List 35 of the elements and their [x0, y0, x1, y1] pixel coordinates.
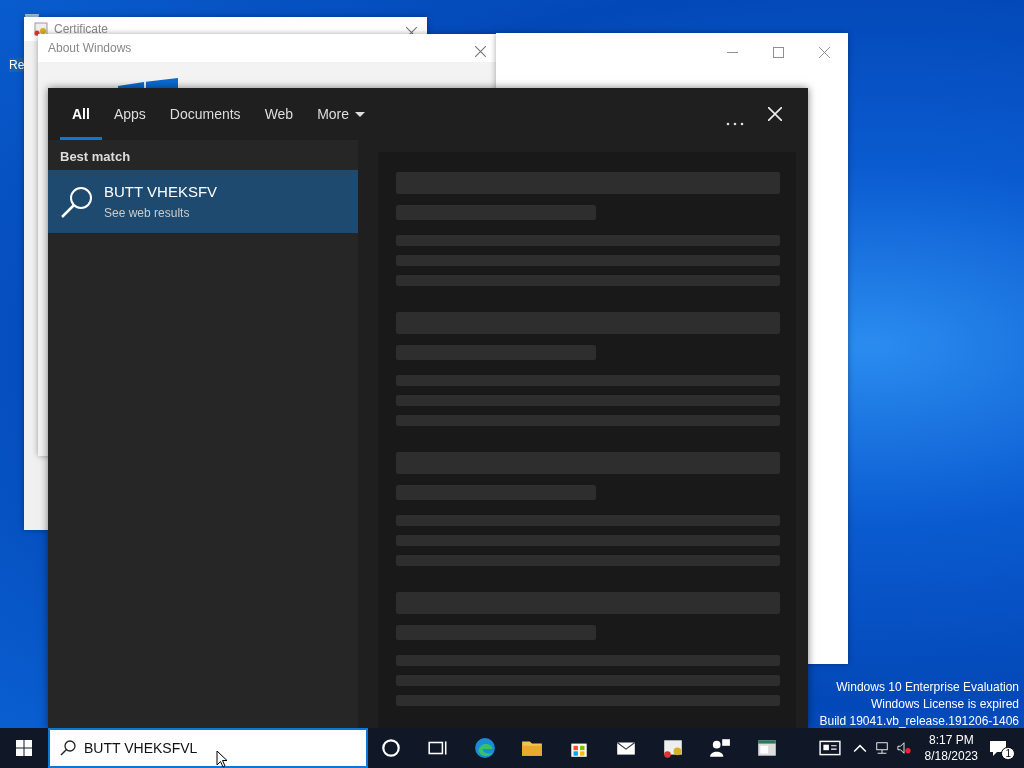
mouse-cursor-icon [216, 750, 228, 768]
notification-count: 1 [1001, 747, 1015, 760]
window-title: About Windows [48, 41, 133, 55]
maximize-icon[interactable] [773, 47, 784, 58]
search-filter-tab[interactable]: Documents [157, 88, 253, 140]
search-filter-tab[interactable]: More [305, 88, 378, 140]
search-icon [60, 740, 76, 756]
watermark-text: Windows 10 Enterprise Evaluation [835, 679, 1019, 696]
certificate-icon[interactable] [662, 737, 684, 759]
result-subtitle: See web results [104, 206, 191, 220]
speaker-muted-icon[interactable] [896, 741, 911, 755]
search-field[interactable]: BUTT VHEKSFVL [84, 740, 334, 756]
app-window-icon[interactable] [756, 737, 778, 759]
cortana-icon[interactable] [380, 737, 402, 759]
search-result[interactable]: BUTT VHEKSFV See web results [48, 170, 358, 233]
news-icon[interactable] [818, 739, 841, 757]
search-filter-tab[interactable]: Apps [101, 88, 158, 140]
people-icon[interactable] [709, 737, 731, 759]
edge-browser-icon[interactable] [474, 737, 496, 759]
notification-icon[interactable] [988, 738, 1008, 758]
search-icon [60, 184, 94, 219]
watermark-text: Windows License is expired [869, 696, 1019, 713]
search-filter-tab[interactable]: Web [252, 88, 306, 140]
section-heading: Best match [59, 148, 132, 166]
window-title: Certificate [54, 22, 110, 36]
clock-date[interactable]: 8/18/2023 [924, 748, 978, 764]
result-title: BUTT VHEKSFV [104, 183, 218, 200]
network-icon[interactable] [874, 741, 889, 755]
search-bar[interactable]: BUTT VHEKSFVL [48, 728, 368, 768]
more-options-icon[interactable] [726, 122, 744, 126]
watermark-text: Build 19041.vb_release.191206-1406 [819, 713, 1019, 730]
clock-time[interactable]: 8:17 PM [924, 732, 978, 748]
desktop-icon-label[interactable]: Re [9, 58, 25, 72]
certificate-icon [34, 22, 48, 36]
windows-logo-icon[interactable] [16, 740, 32, 756]
